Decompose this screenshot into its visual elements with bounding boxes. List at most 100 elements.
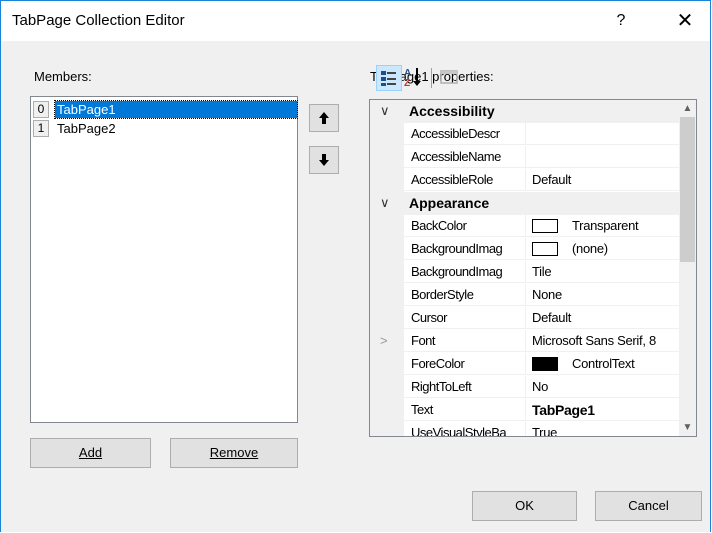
remove-button-label: Remove (209, 445, 259, 460)
row-gutter: > (370, 330, 404, 353)
scroll-down-icon[interactable]: ▼ (679, 419, 696, 436)
property-value-text: Default (532, 172, 572, 187)
cancel-button[interactable]: Cancel (595, 491, 702, 521)
property-value[interactable]: None (526, 284, 679, 306)
property-value-text: TabPage1 (532, 402, 595, 418)
property-value-text: (none) (572, 241, 608, 256)
scroll-thumb[interactable] (680, 117, 695, 262)
property-value-text: No (532, 379, 549, 394)
color-swatch (532, 241, 558, 256)
property-value[interactable]: Default (526, 169, 679, 191)
category-label: Accessibility (409, 103, 495, 119)
row-gutter (370, 261, 404, 284)
member-item-tabpage1[interactable]: 0 TabPage1 (33, 100, 298, 119)
chevron-right-icon[interactable]: > (380, 330, 388, 352)
toolbar-separator (431, 68, 432, 88)
add-button-label: Add (78, 445, 103, 460)
property-row[interactable]: ForeColor ControlText (370, 353, 679, 376)
categorized-icon (381, 71, 396, 86)
title-bar: TabPage Collection Editor ? ✕ (1, 1, 710, 41)
property-row[interactable]: BackgroundImag Tile (370, 261, 679, 284)
row-gutter (370, 422, 404, 436)
row-gutter (370, 238, 404, 261)
categorized-button[interactable] (376, 65, 402, 91)
property-value-text: Microsoft Sans Serif, 8 (532, 333, 656, 348)
add-button[interactable]: Add (30, 438, 151, 468)
property-pages-icon (440, 70, 458, 84)
property-value[interactable]: True (526, 422, 679, 436)
property-row[interactable]: Cursor Default (370, 307, 679, 330)
property-value-text: True (532, 425, 558, 436)
row-gutter (370, 284, 404, 307)
row-gutter (370, 376, 404, 399)
property-value[interactable] (526, 123, 679, 145)
property-name: ForeColor (404, 353, 526, 375)
property-grid[interactable]: ∨ Accessibility AccessibleDescr AccessibleN… (369, 99, 697, 437)
property-name: AccessibleName (404, 146, 526, 168)
close-button[interactable]: ✕ (667, 7, 703, 35)
chevron-down-icon[interactable]: ∨ (380, 192, 390, 214)
property-row[interactable]: > Font Microsoft Sans Serif, 8 (370, 330, 679, 353)
property-value-text: Default (532, 310, 572, 325)
property-value-text: ControlText (572, 356, 635, 371)
property-row[interactable]: AccessibleName (370, 146, 679, 169)
member-index: 0 (33, 101, 49, 118)
property-row[interactable]: BackColor Transparent (370, 215, 679, 238)
move-down-button[interactable] (309, 146, 339, 174)
property-grid-rows: ∨ Accessibility AccessibleDescr AccessibleN… (370, 100, 679, 436)
property-name: RightToLeft (404, 376, 526, 398)
color-swatch (532, 218, 558, 233)
property-name: BackgroundImag (404, 238, 526, 260)
property-name: AccessibleDescr (404, 123, 526, 145)
svg-text:Z: Z (404, 78, 410, 89)
property-name: Cursor (404, 307, 526, 329)
member-item-tabpage2[interactable]: 1 TabPage2 (33, 119, 297, 138)
property-row[interactable]: UseVisualStyleBa True (370, 422, 679, 436)
property-value[interactable]: (none) (526, 238, 679, 260)
property-value[interactable]: Transparent (526, 215, 679, 237)
property-pages-button[interactable] (437, 65, 463, 91)
arrow-up-icon (319, 112, 329, 124)
grid-scrollbar[interactable]: ▲ ▼ (679, 100, 696, 436)
property-row[interactable]: AccessibleDescr (370, 123, 679, 146)
members-label: Members: (34, 69, 92, 84)
arrow-down-icon (319, 154, 329, 166)
property-value-text: Tile (532, 264, 552, 279)
property-row[interactable]: RightToLeft No (370, 376, 679, 399)
help-button[interactable]: ? (605, 7, 637, 35)
row-gutter (370, 353, 404, 376)
property-value[interactable]: ControlText (526, 353, 679, 375)
property-name: Font (404, 330, 526, 352)
row-gutter (370, 399, 404, 422)
property-value[interactable] (526, 146, 679, 168)
dialog-body: Members: TabPage1 properties: 0 TabPage1… (1, 41, 710, 532)
property-row[interactable]: Text TabPage1 (370, 399, 679, 422)
property-toolbar: A Z (370, 65, 670, 91)
collection-editor-dialog: TabPage Collection Editor ? ✕ Members: T… (0, 0, 711, 532)
alphabetical-icon: A Z (404, 68, 421, 89)
category-appearance[interactable]: ∨ Appearance (370, 192, 679, 215)
row-gutter (370, 123, 404, 146)
property-value[interactable]: Tile (526, 261, 679, 283)
dialog-title: TabPage Collection Editor (12, 12, 185, 29)
property-row[interactable]: AccessibleRole Default (370, 169, 679, 192)
move-up-button[interactable] (309, 104, 339, 132)
property-value[interactable]: No (526, 376, 679, 398)
remove-button[interactable]: Remove (170, 438, 298, 468)
category-accessibility[interactable]: ∨ Accessibility (370, 100, 679, 123)
members-list[interactable]: 0 TabPage1 1 TabPage2 (30, 96, 298, 423)
row-gutter (370, 307, 404, 330)
property-row[interactable]: BackgroundImag (none) (370, 238, 679, 261)
property-row[interactable]: BorderStyle None (370, 284, 679, 307)
chevron-down-icon[interactable]: ∨ (380, 100, 390, 122)
property-name: BorderStyle (404, 284, 526, 306)
property-value[interactable]: TabPage1 (526, 399, 679, 421)
row-gutter (370, 146, 404, 169)
scroll-up-icon[interactable]: ▲ (679, 100, 696, 117)
color-swatch (532, 356, 558, 371)
property-name: AccessibleRole (404, 169, 526, 191)
property-value[interactable]: Default (526, 307, 679, 329)
property-value[interactable]: Microsoft Sans Serif, 8 (526, 330, 679, 352)
ok-button[interactable]: OK (472, 491, 577, 521)
alphabetical-button[interactable]: A Z (402, 65, 428, 91)
